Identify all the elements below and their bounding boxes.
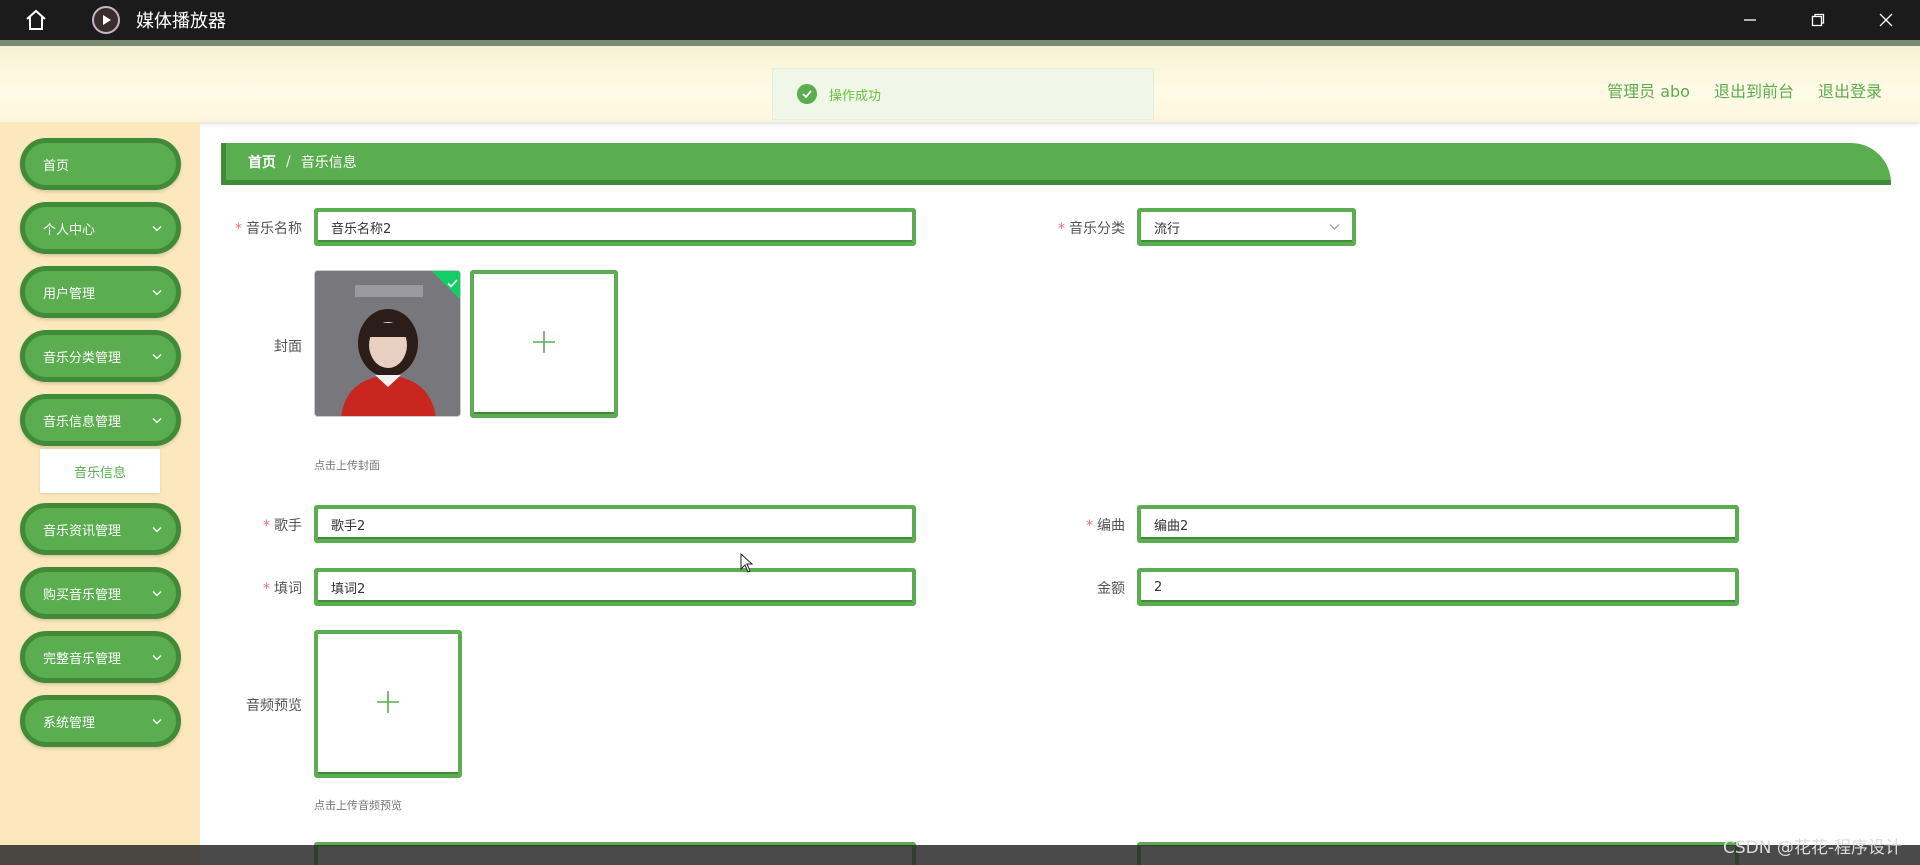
chevron-down-icon	[1329, 220, 1340, 235]
amount-label: 金额	[1097, 581, 1125, 597]
singer-input[interactable]: 歌手2	[314, 505, 916, 543]
breadcrumb: 首页 / 音乐信息	[221, 143, 1891, 185]
music-category-value: 流行	[1154, 221, 1181, 237]
lyricist-label: * 填词	[263, 581, 302, 597]
music-category-label: * 音乐分类	[1058, 221, 1125, 237]
front-page-link[interactable]: 退出到前台	[1714, 78, 1794, 102]
chevron-down-icon	[152, 522, 162, 537]
sidebar-item-label: 个人中心	[43, 222, 96, 238]
music-name-label: * 音乐名称	[235, 221, 302, 237]
check-circle-icon	[797, 84, 817, 104]
top-header: 操作成功 管理员 abo 退出到前台 退出登录	[0, 40, 1920, 122]
close-button[interactable]	[1852, 0, 1920, 40]
sidebar-item-music-category[interactable]: 音乐分类管理	[20, 330, 181, 382]
minimize-button[interactable]	[1716, 0, 1784, 40]
toast-message: 操作成功	[829, 88, 882, 104]
breadcrumb-separator: /	[286, 153, 291, 170]
window-titlebar: 媒体播放器	[0, 0, 1920, 40]
chevron-down-icon	[152, 586, 162, 601]
sidebar-item-label: 购买音乐管理	[43, 587, 122, 603]
sidebar-item-music-news[interactable]: 音乐资讯管理	[20, 503, 181, 555]
sidebar-item-label: 首页	[43, 158, 70, 174]
arranger-input[interactable]: 编曲2	[1137, 505, 1739, 543]
success-toast: 操作成功	[772, 68, 1154, 120]
sidebar-item-label: 系统管理	[43, 715, 96, 731]
video-control-bar	[0, 845, 1920, 865]
cover-upload-button[interactable]	[470, 270, 618, 418]
lyricist-input[interactable]: 填词2	[314, 568, 916, 606]
admin-user-label: 管理员 abo	[1607, 82, 1690, 101]
maximize-button[interactable]	[1784, 0, 1852, 40]
sidebar-item-purchase-music[interactable]: 购买音乐管理	[20, 567, 181, 619]
sidebar-item-system[interactable]: 系统管理	[20, 695, 181, 747]
sidebar-item-label: 音乐信息管理	[43, 414, 122, 430]
check-icon	[447, 273, 458, 292]
app-logo-icon	[92, 6, 120, 34]
header-user-links: 管理员 abo 退出到前台 退出登录	[1607, 78, 1882, 102]
sidebar-item-full-music[interactable]: 完整音乐管理	[20, 631, 181, 683]
audio-preview-label: 音频预览	[246, 698, 302, 714]
singer-label: * 歌手	[263, 518, 302, 534]
watermark-text: CSDN @花花-程序设计	[1722, 838, 1902, 858]
sidebar-item-personal-center[interactable]: 个人中心	[20, 202, 181, 254]
audio-preview-upload-button[interactable]	[314, 630, 462, 778]
mouse-cursor-icon	[740, 552, 754, 577]
arranger-label: * 编曲	[1086, 518, 1125, 534]
home-icon[interactable]	[20, 4, 52, 36]
logout-link[interactable]: 退出登录	[1818, 78, 1882, 102]
chevron-down-icon	[152, 714, 162, 729]
chevron-down-icon	[152, 650, 162, 665]
cover-upload-hint: 点击上传封面	[314, 459, 380, 472]
submenu-item-music-info[interactable]: 音乐信息	[40, 449, 160, 493]
music-category-select[interactable]: 流行	[1137, 208, 1356, 246]
sidebar-item-music-info[interactable]: 音乐信息管理	[20, 394, 181, 446]
sidebar-item-label: 音乐资讯管理	[43, 523, 122, 539]
chevron-down-icon	[152, 413, 162, 428]
breadcrumb-home[interactable]: 首页	[248, 152, 276, 172]
sidebar-item-label: 完整音乐管理	[43, 651, 122, 667]
plus-icon	[531, 329, 557, 359]
chevron-down-icon	[152, 221, 162, 236]
audio-preview-upload-hint: 点击上传音频预览	[314, 799, 402, 812]
app-title: 媒体播放器	[136, 11, 226, 32]
chevron-down-icon	[152, 349, 162, 364]
sidebar: 首页 个人中心 用户管理 音乐分类管理 音乐信息管理 音乐信息 音乐资讯管理 购…	[0, 122, 200, 865]
sidebar-item-label: 用户管理	[43, 286, 96, 302]
window-controls	[1716, 0, 1920, 40]
amount-input[interactable]: 2	[1137, 568, 1739, 606]
sidebar-item-label: 音乐分类管理	[43, 350, 122, 366]
sidebar-item-home[interactable]: 首页	[20, 138, 181, 190]
breadcrumb-current: 音乐信息	[300, 154, 357, 171]
chevron-down-icon	[152, 285, 162, 300]
plus-icon	[375, 689, 401, 719]
music-name-input[interactable]: 音乐名称2	[314, 208, 916, 246]
sidebar-item-user-management[interactable]: 用户管理	[20, 266, 181, 318]
cover-thumbnail[interactable]	[314, 270, 461, 417]
cover-label: 封面	[274, 339, 302, 355]
